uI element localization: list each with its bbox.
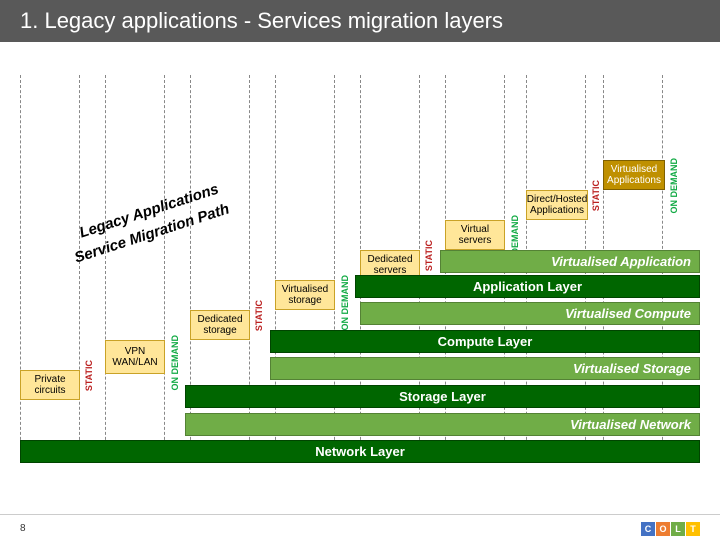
label-ondemand-4: ON DEMAND [669,158,679,214]
box-direct-hosted: Direct/Hosted Applications [526,190,588,220]
box-vpn: VPN WAN/LAN [105,340,165,374]
band-virtualised-network: Virtualised Network [185,413,700,436]
colt-logo: C O L T [641,522,700,536]
logo-letter: L [671,522,685,536]
band-application-layer: Application Layer [355,275,700,298]
page-title: 1. Legacy applications - Services migrat… [0,0,720,42]
label-static-4: STATIC [591,180,601,211]
box-virtualised-storage: Virtualised storage [275,280,335,310]
band-virtualised-compute: Virtualised Compute [360,302,700,325]
label-static-2: STATIC [254,300,264,331]
label-static-3: STATIC [424,240,434,271]
band-compute-layer: Compute Layer [270,330,700,353]
page-number: 8 [20,523,26,534]
band-storage-layer: Storage Layer [185,385,700,408]
band-virtualised-application: Virtualised Application [440,250,700,273]
band-network-layer: Network Layer [20,440,700,463]
box-private-circuits: Private circuits [20,370,80,400]
label-static-1: STATIC [84,360,94,391]
logo-letter: O [656,522,670,536]
footer: 8 C O L T [0,514,720,540]
diagram-canvas: Legacy Applications Service Migration Pa… [0,50,720,490]
band-virtualised-storage: Virtualised Storage [270,357,700,380]
box-virtual-servers: Virtual servers [445,220,505,250]
logo-letter: T [686,522,700,536]
box-virtualised-applications: Virtualised Applications [603,160,665,190]
box-dedicated-storage: Dedicated storage [190,310,250,340]
label-ondemand-2: ON DEMAND [340,275,350,331]
logo-letter: C [641,522,655,536]
label-ondemand-1: ON DEMAND [170,335,180,391]
